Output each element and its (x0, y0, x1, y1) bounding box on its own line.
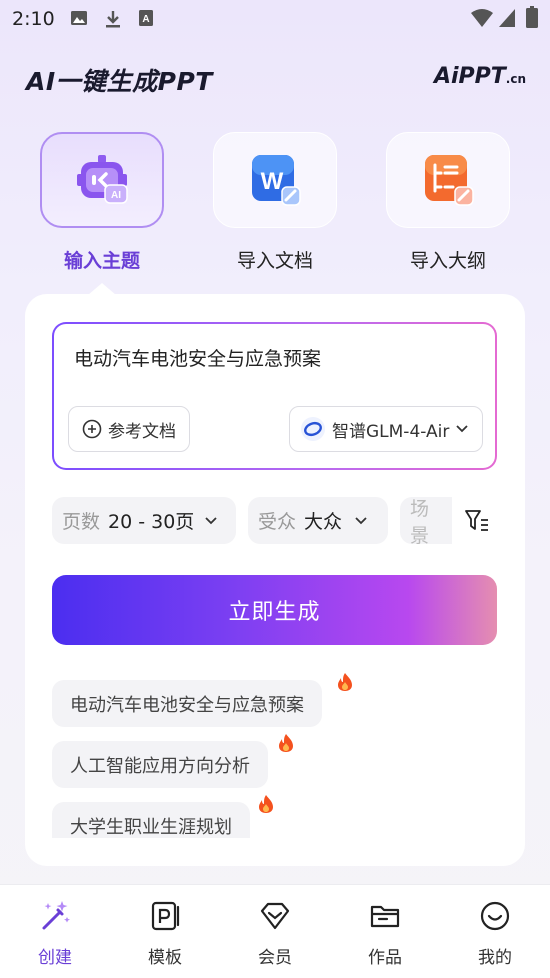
mode-label-input-topic: 输入主题 (63, 250, 140, 272)
audience-value: 大众 (304, 511, 343, 533)
mode-tile-input-topic[interactable]: AI (40, 132, 164, 228)
zhipu-logo-icon (301, 417, 325, 441)
model-select[interactable]: 智谱GLM-4-Air (289, 406, 483, 452)
list-clip (40, 838, 510, 852)
fire-icon (338, 673, 352, 691)
app-title: AI一键生成PPT (26, 67, 213, 96)
mode-tile-import-outline[interactable] (386, 132, 510, 228)
topic-input[interactable]: 电动汽车电池安全与应急预案 (74, 344, 321, 371)
svg-text:A: A (142, 14, 149, 25)
reference-doc-label: 参考文档 (108, 421, 176, 442)
add-circle-icon (82, 419, 102, 439)
bottom-nav: 创建 模板 会员 作品 我的 (0, 884, 550, 978)
topic-input-inner: 电动汽车电池安全与应急预案 参考文档 智谱GLM-4-Air (54, 324, 495, 468)
wifi-icon (471, 9, 493, 27)
fire-icon (259, 795, 273, 813)
brand-logo-suffix: .cn (505, 72, 526, 86)
battery-icon (526, 6, 538, 28)
status-bar: 2:10 A (0, 0, 550, 40)
audience-key: 受众 (258, 511, 297, 533)
svg-text:W: W (261, 168, 284, 195)
download-icon (106, 11, 120, 28)
ppt-template-icon (151, 901, 180, 931)
nav-templates-label: 模板 (148, 948, 182, 968)
nav-profile[interactable]: 我的 (440, 885, 550, 978)
scene-key: 场景 (410, 497, 430, 545)
brand-logo-main: AiPPT (433, 64, 506, 89)
svg-text:AI: AI (111, 190, 121, 201)
pages-key: 页数 (62, 511, 101, 533)
nav-profile-label: 我的 (478, 948, 512, 968)
chevron-down-icon (355, 516, 367, 524)
word-doc-icon: W (252, 155, 301, 206)
chevron-down-icon (456, 425, 469, 433)
diamond-icon (260, 902, 290, 930)
fire-icon (279, 734, 293, 752)
image-notification-icon (71, 11, 87, 25)
nav-create[interactable]: 创建 (0, 885, 110, 978)
generate-button[interactable]: 立即生成 (52, 575, 497, 645)
translate-icon: A (139, 10, 153, 26)
pages-value: 20 - 30页 (108, 511, 195, 533)
nav-templates[interactable]: 模板 (110, 885, 220, 978)
chevron-down-icon (205, 516, 217, 524)
brand-logo: AiPPT.cn (434, 64, 526, 89)
filter-icon[interactable] (464, 508, 490, 534)
nav-create-label: 创建 (38, 948, 72, 968)
nav-works-label: 作品 (368, 948, 402, 968)
nav-works[interactable]: 作品 (330, 885, 440, 978)
scene-select[interactable]: 场景 (400, 497, 452, 544)
model-select-value: 智谱GLM-4-Air (332, 421, 450, 442)
nav-membership[interactable]: 会员 (220, 885, 330, 978)
smile-face-icon (480, 901, 510, 931)
outline-icon (425, 155, 474, 206)
status-time: 2:10 (12, 8, 55, 30)
pages-select[interactable]: 页数 20 - 30页 (52, 497, 236, 544)
audience-select[interactable]: 受众 大众 (248, 497, 388, 544)
nav-membership-label: 会员 (258, 948, 292, 968)
mode-tile-import-doc[interactable]: W (213, 132, 337, 228)
folder-icon (370, 905, 400, 928)
topic-input-box[interactable]: 电动汽车电池安全与应急预案 参考文档 智谱GLM-4-Air (52, 322, 497, 470)
signal-icon (499, 9, 515, 27)
robot-icon: AI (77, 155, 128, 204)
magic-wand-icon (42, 901, 70, 930)
reference-doc-button[interactable]: 参考文档 (68, 406, 190, 452)
mode-label-import-outline: 导入大纲 (409, 250, 486, 272)
suggestion-item[interactable]: 电动汽车电池安全与应急预案 (52, 680, 322, 727)
suggestion-item[interactable]: 人工智能应用方向分析 (52, 741, 268, 788)
mode-label-import-doc: 导入文档 (236, 250, 313, 272)
